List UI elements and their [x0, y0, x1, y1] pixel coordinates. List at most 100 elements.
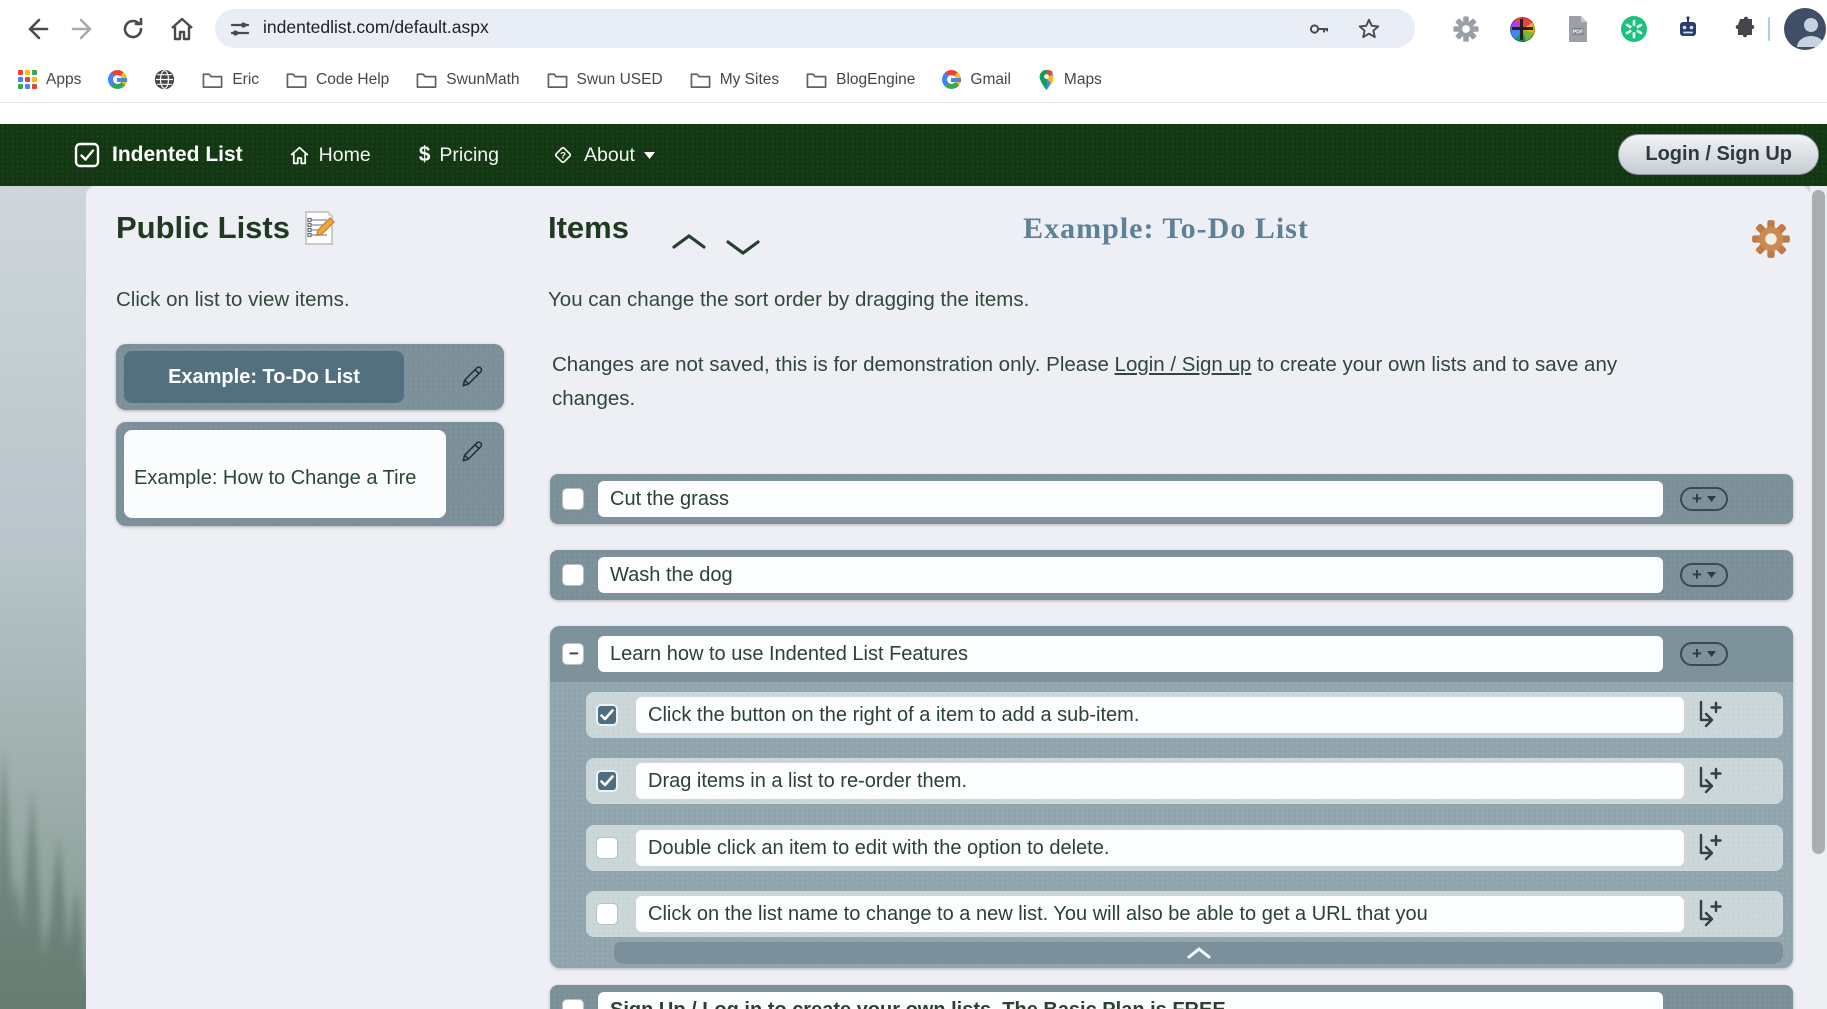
reload-icon	[120, 16, 146, 42]
item-checkbox[interactable]	[562, 488, 584, 510]
svg-text:PDF: PDF	[1573, 30, 1585, 36]
folder-icon	[806, 71, 827, 89]
url-text[interactable]: indentedlist.com/default.aspx	[263, 17, 489, 38]
brand-logo[interactable]: Indented List	[74, 142, 243, 168]
add-sub-item-icon	[1691, 831, 1725, 865]
sub-item-text-input[interactable]	[636, 896, 1684, 932]
items-heading: Items	[548, 210, 629, 246]
edit-list-button[interactable]	[458, 438, 486, 469]
current-list-title[interactable]: Example: To-Do List	[886, 212, 1446, 246]
login-signup-button[interactable]: Login / Sign Up	[1618, 134, 1819, 175]
bookmark-label: Apps	[46, 71, 81, 89]
item-text-input[interactable]	[598, 992, 1663, 1009]
caret-down-icon	[1707, 572, 1716, 578]
add-sub-item-button[interactable]	[1691, 698, 1725, 732]
add-sub-item-button[interactable]	[1691, 897, 1725, 931]
bookmark-folder-codehelp[interactable]: Code Help	[286, 71, 389, 89]
bookmark-folder-mysites[interactable]: My Sites	[690, 71, 779, 89]
settings-gear-button[interactable]	[1750, 218, 1792, 263]
caret-down-icon	[1707, 651, 1716, 657]
dollar-icon: $	[419, 143, 431, 167]
bookmark-folder-blogengine[interactable]: BlogEngine	[806, 71, 915, 89]
list-item-tire[interactable]: Example: How to Change a Tire	[116, 422, 504, 526]
item-text-input[interactable]	[598, 557, 1663, 593]
list-button-todo[interactable]: Example: To-Do List	[124, 351, 404, 403]
nav-home[interactable]: Home	[289, 144, 371, 167]
sub-item-text-input[interactable]	[636, 763, 1684, 799]
bookmark-gmail[interactable]: Gmail	[942, 70, 1010, 89]
nav-pricing-label: Pricing	[439, 144, 499, 167]
extension-gear-icon[interactable]	[1448, 11, 1484, 47]
extensions-puzzle-icon[interactable]	[1726, 11, 1762, 47]
back-button[interactable]	[14, 7, 58, 51]
profile-avatar[interactable]	[1784, 8, 1826, 50]
bookmark-folder-swunmath[interactable]: SwunMath	[416, 71, 519, 89]
add-sub-item-button[interactable]	[1691, 764, 1725, 798]
list-button-tire[interactable]: Example: How to Change a Tire	[124, 430, 446, 518]
add-item-split-button[interactable]: +	[1680, 642, 1728, 666]
bookmark-label: Eric	[232, 71, 259, 89]
collapse-toggle[interactable]: −	[562, 643, 584, 665]
sub-item-text-input[interactable]	[636, 830, 1684, 866]
item-text-input[interactable]	[598, 481, 1663, 517]
bookmark-globe[interactable]	[154, 69, 175, 90]
browser-window: indentedlist.com/default.aspx PDF	[0, 0, 1827, 1009]
edit-list-button[interactable]	[458, 363, 486, 394]
add-sub-item-button[interactable]	[1691, 831, 1725, 865]
extension-robot-icon[interactable]	[1670, 11, 1706, 47]
add-item-split-button[interactable]: +	[1680, 563, 1728, 587]
item-checkbox[interactable]	[596, 903, 618, 925]
sub-item-row	[586, 758, 1783, 804]
bookmark-star-icon[interactable]	[1357, 17, 1381, 41]
caret-down-icon	[1707, 496, 1716, 502]
page-scrollbar[interactable]	[1810, 186, 1827, 1009]
pencil-icon	[458, 438, 486, 466]
item-checkbox-checked[interactable]	[596, 770, 618, 792]
extension-colorwheel-icon[interactable]	[1504, 11, 1540, 47]
svg-text:?: ?	[560, 151, 566, 162]
chevron-down-icon	[644, 152, 655, 159]
gear-icon	[1750, 218, 1792, 260]
reload-button[interactable]	[111, 7, 155, 51]
bookmark-google[interactable]	[108, 70, 127, 89]
sub-item-row	[586, 891, 1783, 937]
chevron-up-icon	[1186, 947, 1212, 959]
bookmark-maps[interactable]: Maps	[1038, 69, 1102, 91]
home-button[interactable]	[160, 7, 204, 51]
toolbar-separator	[1768, 17, 1770, 41]
forward-button[interactable]	[62, 7, 106, 51]
item-checkbox[interactable]	[562, 999, 584, 1009]
login-signup-link[interactable]: Login / Sign up	[1115, 353, 1252, 376]
bookmark-folder-swunused[interactable]: Swun USED	[547, 71, 663, 89]
maps-pin-icon	[1038, 69, 1055, 91]
scrollbar-thumb[interactable]	[1812, 190, 1825, 854]
password-key-icon[interactable]	[1307, 17, 1331, 41]
collapse-sublist-button[interactable]	[614, 942, 1783, 964]
extension-chatgpt-icon[interactable]	[1616, 11, 1652, 47]
bookmark-label: BlogEngine	[836, 71, 915, 89]
bookmark-apps[interactable]: Apps	[18, 70, 81, 89]
pencil-icon	[458, 363, 486, 391]
item-checkbox[interactable]	[562, 564, 584, 586]
item-checkbox[interactable]	[596, 837, 618, 859]
sort-down-button[interactable]	[724, 238, 762, 259]
nav-about[interactable]: ? About	[551, 143, 655, 167]
todo-row	[550, 985, 1793, 1009]
extension-pdf-icon[interactable]: PDF	[1560, 11, 1596, 47]
sort-up-button[interactable]	[670, 232, 708, 253]
add-item-split-button[interactable]: +	[1680, 487, 1728, 511]
bookmarks-bar: Apps Eric Code Help SwunMath Swun USED M…	[0, 57, 1827, 103]
item-checkbox-checked[interactable]	[596, 704, 618, 726]
nav-pricing[interactable]: $ Pricing	[419, 143, 499, 167]
todo-row: +	[550, 550, 1793, 600]
sub-item-text-input[interactable]	[636, 697, 1684, 733]
bookmark-folder-eric[interactable]: Eric	[202, 71, 259, 89]
page-body: Public Lists Click on list to view items…	[0, 186, 1827, 1009]
home-icon	[169, 16, 195, 42]
address-bar[interactable]: indentedlist.com/default.aspx	[215, 9, 1415, 48]
item-text-input[interactable]	[598, 636, 1663, 672]
site-settings-icon[interactable]	[228, 17, 252, 41]
sub-item-row	[586, 692, 1783, 738]
bookmark-label: My Sites	[720, 71, 779, 89]
list-item-todo[interactable]: Example: To-Do List	[116, 344, 504, 410]
